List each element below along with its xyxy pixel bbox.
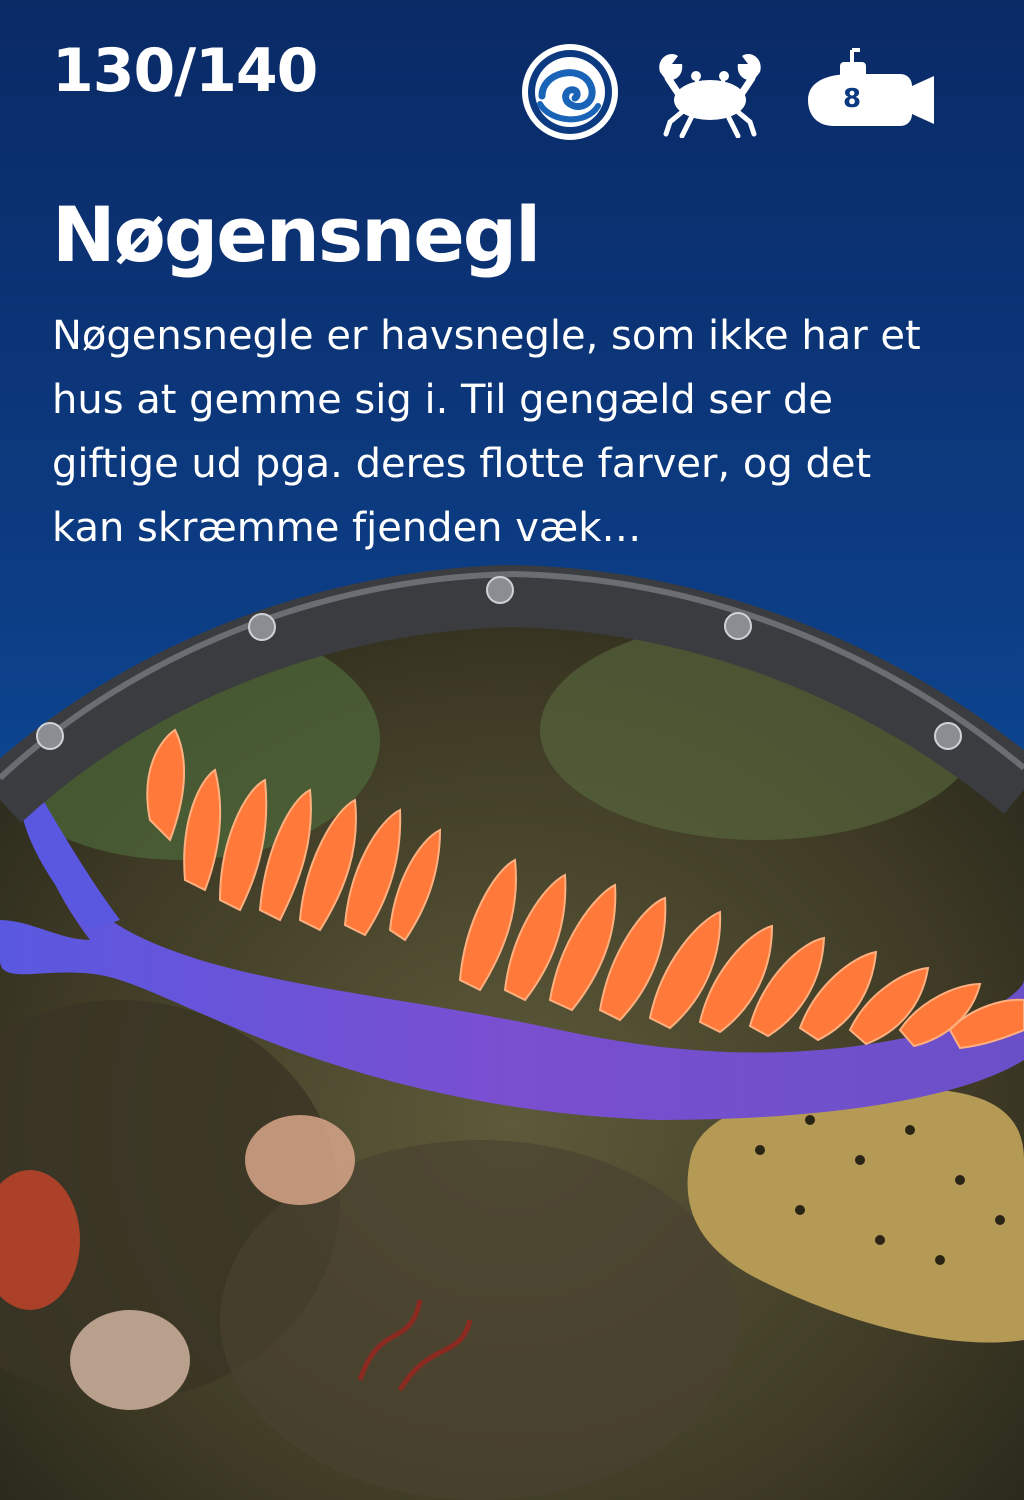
card-title: Nøgensnegl bbox=[52, 190, 541, 279]
species-card: 130/140 8 Nøgensnegl Nøgensnegle er havs… bbox=[0, 0, 1024, 1500]
submarine-icon: 8 bbox=[804, 46, 936, 130]
crab-icon bbox=[652, 42, 768, 138]
wave-spiral-icon bbox=[520, 44, 620, 140]
depth-value: 8 bbox=[842, 84, 862, 114]
porthole-photo bbox=[0, 560, 1024, 1500]
card-counter: 130/140 bbox=[52, 36, 318, 106]
card-description: Nøgensnegle er havsnegle, som ikke har e… bbox=[52, 313, 921, 551]
card-icons: 8 bbox=[520, 40, 940, 140]
